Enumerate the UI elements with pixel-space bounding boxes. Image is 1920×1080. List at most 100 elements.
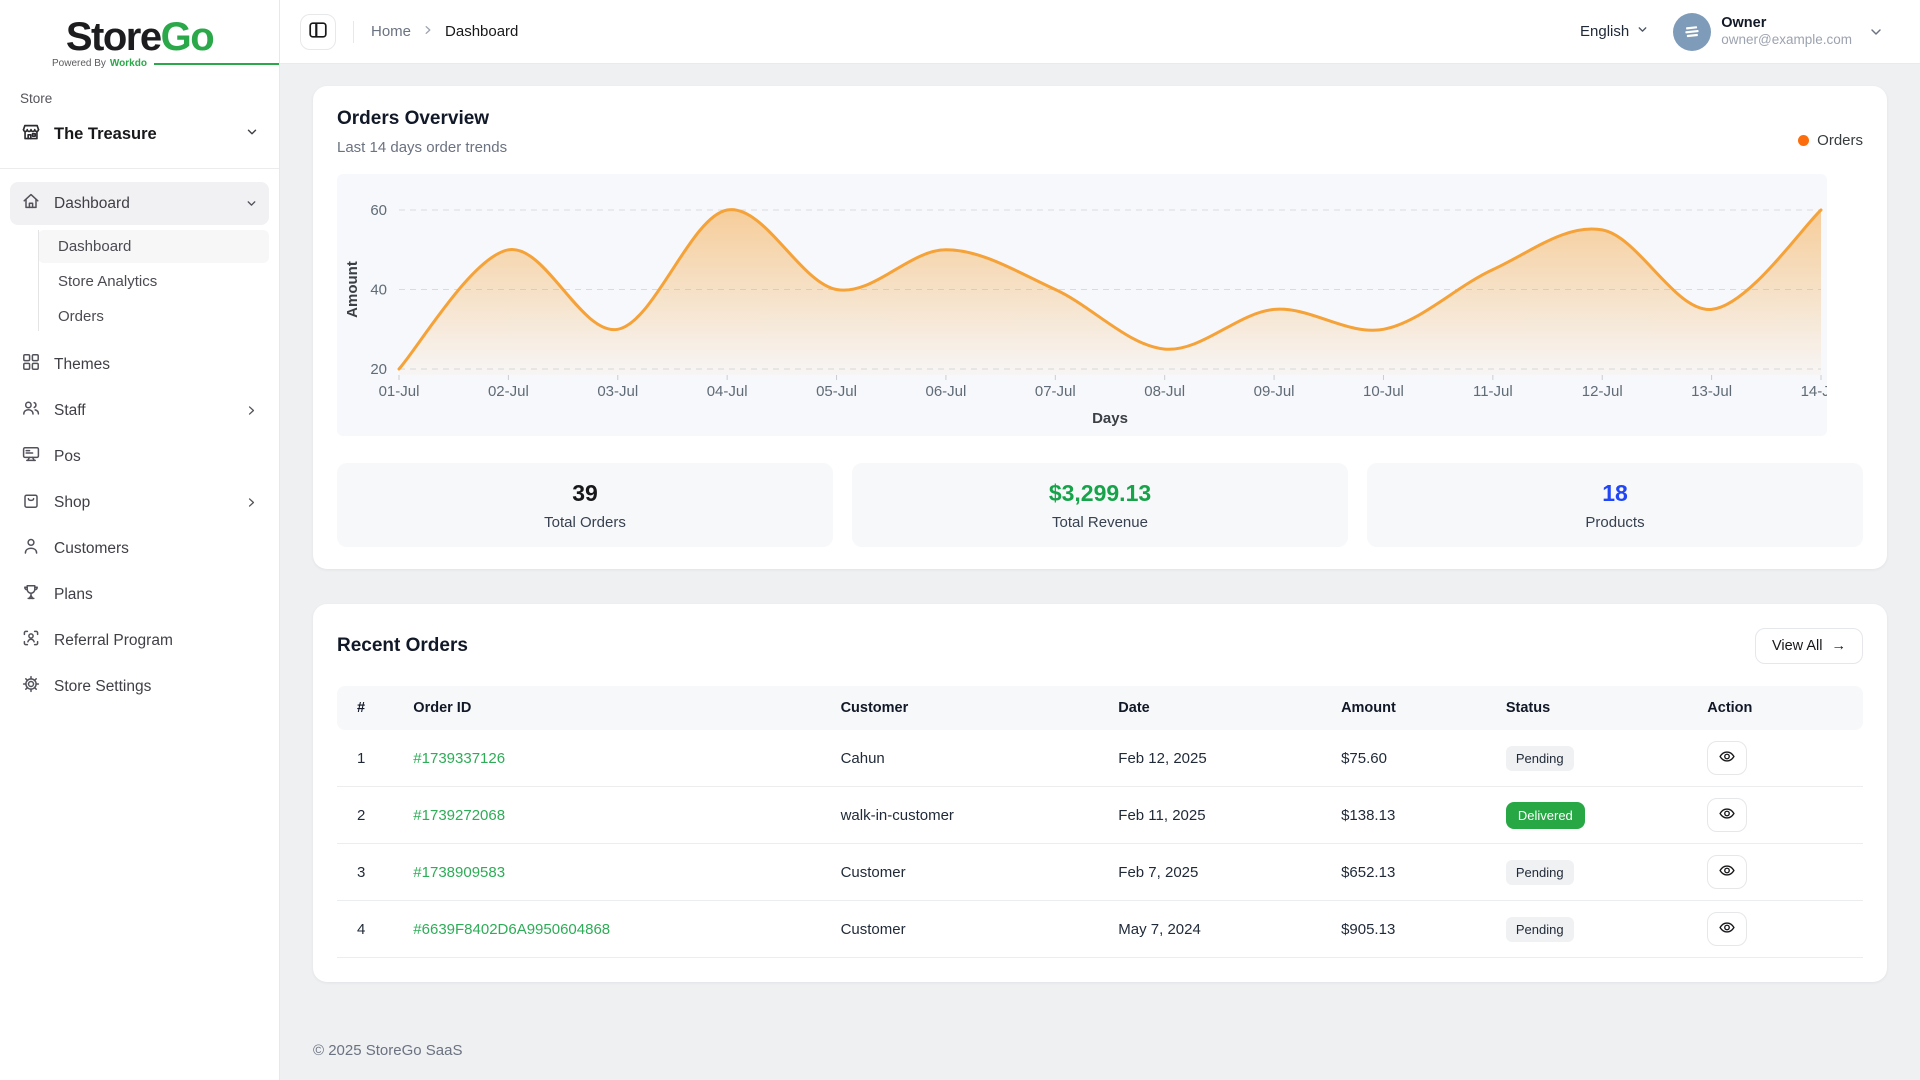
cell-number: 1 [337, 730, 413, 787]
overview-header: Orders Overview Last 14 days order trend… [337, 108, 1863, 156]
tagline-underline [154, 63, 279, 65]
column-header-order-id: Order ID [413, 686, 840, 730]
eye-icon [1718, 920, 1736, 938]
cell-customer: Customer [841, 901, 1119, 958]
sidebar-item-pos[interactable]: Pos [10, 435, 269, 478]
view-all-button[interactable]: View All → [1755, 628, 1863, 664]
submenu-item-store-analytics[interactable]: Store Analytics [38, 265, 269, 298]
sidebar-item-staff[interactable]: Staff [10, 389, 269, 432]
stat-card-total-revenue: $3,299.13Total Revenue [852, 463, 1348, 547]
user-meta: Owner owner@example.com [1721, 14, 1852, 49]
cell-amount: $652.13 [1341, 844, 1506, 901]
svg-text:04-Jul: 04-Jul [707, 383, 748, 400]
sidebar-item-label: Shop [54, 494, 90, 512]
sidebar-item-themes[interactable]: Themes [10, 343, 269, 386]
stat-label: Total Revenue [1052, 514, 1148, 531]
stat-card-products: 18Products [1367, 463, 1863, 547]
brand-tagline: Powered By Workdo [52, 58, 279, 69]
brand-logo[interactable]: StoreGo Powered By Workdo [0, 0, 279, 69]
cell-date: Feb 12, 2025 [1118, 730, 1341, 787]
order-id-link[interactable]: #1738909583 [413, 864, 505, 881]
column-header-status: Status [1506, 686, 1707, 730]
order-id-link[interactable]: #6639F8402D6A9950604868 [413, 921, 610, 938]
view-order-button[interactable] [1707, 855, 1747, 889]
order-id-link[interactable]: #1739272068 [413, 807, 505, 824]
status-badge: Delivered [1506, 802, 1585, 829]
grid-icon [21, 352, 41, 377]
store-section: Store The Treasure [0, 69, 279, 148]
orders-area-chart[interactable]: 20406001-Jul02-Jul03-Jul04-Jul05-Jul06-J… [337, 174, 1827, 436]
chevron-right-icon [245, 404, 258, 417]
sidebar-item-customers[interactable]: Customers [10, 527, 269, 570]
breadcrumb-home-link[interactable]: Home [371, 23, 411, 40]
svg-text:40: 40 [370, 282, 387, 299]
cell-number: 2 [337, 787, 413, 844]
cell-date: Feb 7, 2025 [1118, 844, 1341, 901]
cell-date: Feb 11, 2025 [1118, 787, 1341, 844]
sidebar-item-label: Customers [54, 540, 129, 558]
orders-table: #Order IDCustomerDateAmountStatusAction … [337, 686, 1863, 958]
sidebar: StoreGo Powered By Workdo Store [0, 0, 280, 1080]
sidebar-item-referral-program[interactable]: Referral Program [10, 619, 269, 662]
svg-text:20: 20 [370, 361, 387, 378]
eye-icon [1718, 863, 1736, 881]
status-badge: Pending [1506, 860, 1574, 885]
arrow-right-icon: → [1832, 638, 1847, 654]
home-icon [21, 191, 41, 216]
svg-text:09-Jul: 09-Jul [1254, 383, 1295, 400]
sidebar-item-label: Dashboard [54, 195, 130, 213]
sidebar-item-dashboard[interactable]: Dashboard [10, 182, 269, 225]
stat-value: 39 [572, 480, 598, 507]
cell-customer: walk-in-customer [841, 787, 1119, 844]
footer-copyright: © 2025 StoreGo SaaS [313, 1042, 1887, 1073]
view-order-button[interactable] [1707, 798, 1747, 832]
submenu-item-dashboard[interactable]: Dashboard [38, 230, 269, 263]
sidebar-item-label: Pos [54, 448, 81, 466]
sidebar-item-plans[interactable]: Plans [10, 573, 269, 616]
status-badge: Pending [1506, 746, 1574, 771]
legend-label: Orders [1817, 132, 1863, 149]
sidebar-toggle-button[interactable] [300, 14, 336, 50]
user-menu[interactable]: Owner owner@example.com [1673, 13, 1884, 51]
column-header--: # [337, 686, 413, 730]
svg-text:Days: Days [1092, 410, 1128, 427]
gear-icon [21, 674, 41, 699]
header-right: English [1580, 13, 1884, 51]
stats-row: 39Total Orders$3,299.13Total Revenue18Pr… [337, 463, 1863, 547]
sidebar-item-label: Plans [54, 586, 93, 604]
eye-icon [1718, 806, 1736, 824]
store-section-label: Store [20, 91, 259, 106]
sidebar-item-label: Staff [54, 402, 86, 420]
stat-label: Products [1585, 514, 1644, 531]
svg-text:08-Jul: 08-Jul [1144, 383, 1185, 400]
submenu-item-orders[interactable]: Orders [38, 300, 269, 333]
chevron-down-icon [1636, 23, 1649, 40]
cell-amount: $75.60 [1341, 730, 1506, 787]
chevron-down-icon [245, 125, 259, 144]
language-dropdown[interactable]: English [1580, 23, 1649, 40]
order-id-link[interactable]: #1739337126 [413, 750, 505, 767]
brand-go-text: Go [161, 15, 214, 59]
cell-amount: $905.13 [1341, 901, 1506, 958]
chevron-right-icon [245, 496, 258, 509]
table-row: 4#6639F8402D6A9950604868CustomerMay 7, 2… [337, 901, 1863, 958]
chevron-down-icon [1868, 24, 1884, 40]
sidebar-item-store-settings[interactable]: Store Settings [10, 665, 269, 708]
view-order-button[interactable] [1707, 741, 1747, 775]
powered-brand-text: Workdo [110, 58, 147, 69]
user-name: Owner [1721, 14, 1852, 32]
overview-title: Orders Overview [337, 108, 507, 130]
legend-item-orders[interactable]: Orders [1798, 132, 1863, 149]
store-switcher[interactable]: The Treasure [20, 121, 259, 148]
sidebar-item-shop[interactable]: Shop [10, 481, 269, 524]
chart-legend: Orders [1798, 108, 1863, 156]
svg-text:12-Jul: 12-Jul [1582, 383, 1623, 400]
status-badge: Pending [1506, 917, 1574, 942]
overview-subtitle: Last 14 days order trends [337, 139, 507, 156]
view-order-button[interactable] [1707, 912, 1747, 946]
table-row: 2#1739272068 walk-in-customerFeb 11, 2025… [337, 787, 1863, 844]
sidebar-item-label: Store Settings [54, 678, 151, 696]
table-row: 3#1738909583CustomerFeb 7, 2025$652.13Pe… [337, 844, 1863, 901]
shopping-bag-icon [21, 490, 41, 515]
column-header-amount: Amount [1341, 686, 1506, 730]
